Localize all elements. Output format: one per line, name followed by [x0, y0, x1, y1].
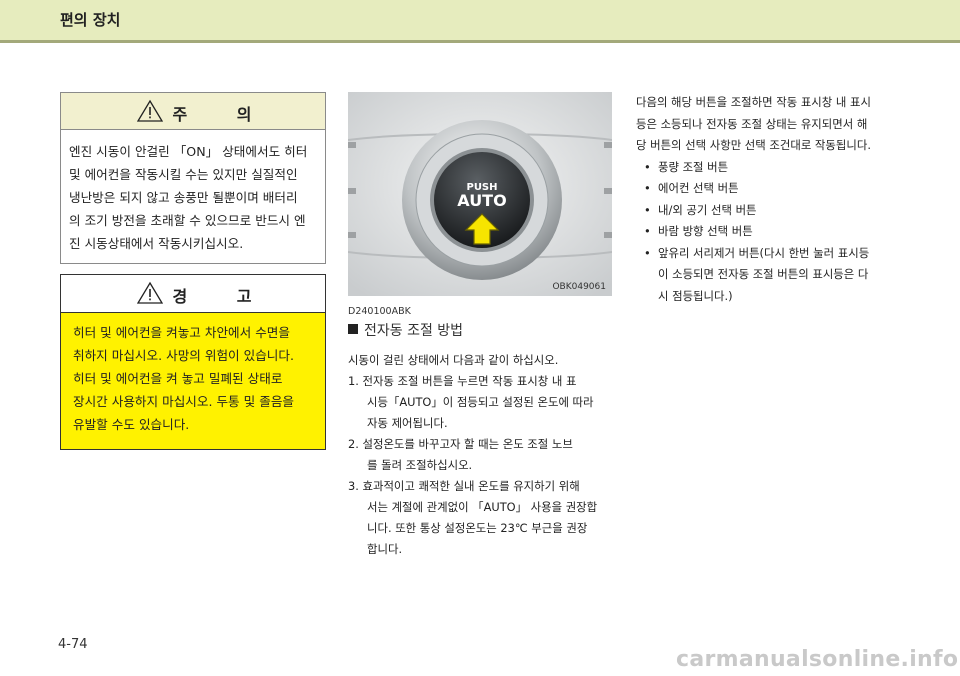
climate-control-panel-illustration: PUSH AUTO: [348, 92, 612, 296]
step-line: 서는 계절에 관계없이 「AUTO」 사용을 권장합: [367, 500, 598, 514]
auto-button-photo: PUSH AUTO OBK049061: [348, 92, 612, 296]
step-line: 니다. 또한 통상 설정온도는 23℃ 부근을 권장: [367, 521, 588, 535]
page-header: 편의 장치: [0, 0, 960, 43]
caution-header: 주 의: [61, 93, 325, 130]
warning-line: 히터 및 에어컨을 켜놓고 차안에서 수면을: [73, 325, 290, 340]
watermark: carmanualsonline.info: [676, 647, 959, 672]
bullet-continuation: 이 소등되면 전자동 조절 버튼의 표시등은 다: [658, 267, 869, 281]
header-title: 편의 장치: [60, 11, 121, 29]
caution-line: 의 조기 방전을 초래할 수 있으므로 반드시 엔: [69, 213, 306, 228]
warning-line: 장시간 사용하지 마십시오. 두통 및 졸음을: [73, 394, 294, 409]
warning-text: 히터 및 에어컨을 켜놓고 차안에서 수면을 취하지 마십시오. 사망의 위험이…: [61, 313, 325, 436]
caution-line: 및 에어컨을 작동시킬 수는 있지만 실질적인: [69, 167, 298, 182]
warning-line: 유발할 수도 있습니다.: [73, 417, 190, 432]
step-line: 자동 제어됩니다.: [367, 416, 448, 430]
caution-line: 냉난방은 되지 않고 송풍만 될뿐이며 배터리: [69, 190, 298, 205]
warning-title: 경 고: [172, 287, 274, 306]
step-line: 합니다.: [367, 542, 403, 556]
bullet-item: 에어컨 선택 버튼: [636, 178, 908, 200]
right-column: 다음의 해당 버튼을 조절하면 작동 표시창 내 표시 등은 소등되나 전자동 …: [636, 92, 908, 307]
step-line: 1. 전자동 조절 버튼을 누르면 작동 표시창 내 표: [348, 374, 577, 388]
caution-text: 엔진 시동이 안걸린 「ON」 상태에서도 히터 및 에어컨을 작동시킬 수는 …: [61, 130, 325, 255]
right-intro-line: 등은 소등되나 전자동 조절 상태는 유지되면서 해: [636, 116, 868, 131]
warning-line: 히터 및 에어컨을 켜 놓고 밀폐된 상태로: [73, 371, 283, 386]
step-line: 를 돌려 조절하십시오.: [367, 458, 473, 472]
auto-label: AUTO: [457, 191, 506, 210]
step-line: 3. 효과적이고 쾌적한 실내 온도를 유지하기 위해: [348, 479, 580, 493]
reference-code: D240100ABK: [348, 306, 411, 317]
page-number: 4-74: [58, 637, 88, 652]
caution-box: 주 의 엔진 시동이 안걸린 「ON」 상태에서도 히터 및 에어컨을 작동시킬…: [60, 92, 326, 264]
photo-code: OBK049061: [552, 282, 606, 292]
right-intro-line: 당 버튼의 선택 사항만 선택 조건대로 작동됩니다.: [636, 138, 871, 152]
instruction-steps: 1. 전자동 조절 버튼을 누르면 작동 표시창 내 표 시등「AUTO」이 점…: [348, 371, 616, 560]
step-line: 시등「AUTO」이 점등되고 설정된 온도에 따라: [367, 395, 594, 409]
warning-box: 경 고 히터 및 에어컨을 켜놓고 차안에서 수면을 취하지 마십시오. 사망의…: [60, 274, 326, 450]
section-intro: 시동이 걸린 상태에서 다음과 같이 하십시오.: [348, 353, 559, 367]
section-title-text: 전자동 조절 방법: [364, 323, 464, 339]
step-line: 2. 설정온도를 바꾸고자 할 때는 온도 조절 노브: [348, 437, 573, 451]
header-rule: [0, 40, 960, 43]
square-bullet-icon: [348, 324, 358, 334]
caution-line: 엔진 시동이 안걸린 「ON」 상태에서도 히터: [69, 144, 308, 159]
bullet-item: 내/외 공기 선택 버튼: [636, 200, 908, 222]
bullet-item: 바람 방향 선택 버튼: [636, 221, 908, 243]
caution-line: 진 시동상태에서 작동시키십시오.: [69, 236, 244, 251]
bullet-item: 앞유리 서리제거 버튼(다시 한번 눌러 표시등: [636, 243, 908, 265]
warning-header: 경 고: [61, 275, 325, 313]
caution-title: 주 의: [172, 105, 274, 124]
bullet-item: 풍량 조절 버튼: [636, 157, 908, 179]
bullet-continuation: 시 점등됩니다.): [658, 288, 733, 303]
section-title: 전자동 조절 방법: [348, 320, 463, 340]
right-intro-line: 다음의 해당 버튼을 조절하면 작동 표시창 내 표시: [636, 95, 871, 109]
warning-line: 취하지 마십시오. 사망의 위험이 있습니다.: [73, 348, 294, 363]
